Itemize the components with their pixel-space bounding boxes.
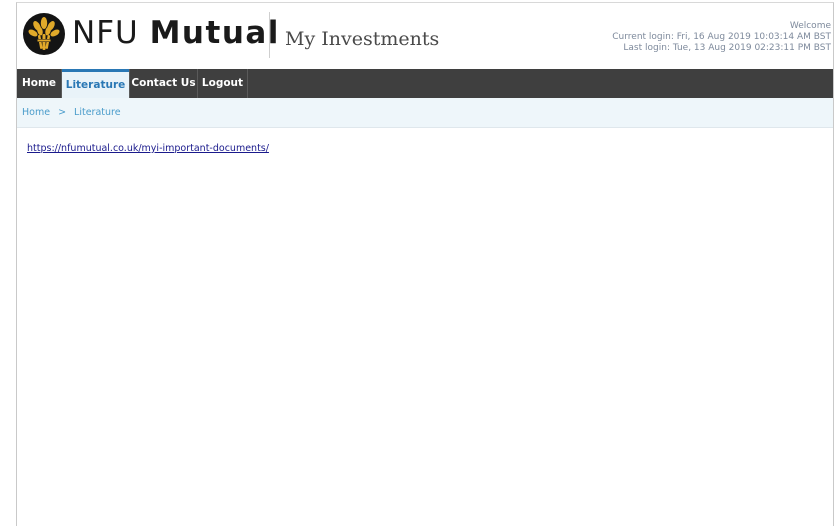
product-title: My Investments — [285, 28, 440, 50]
nav-item-home[interactable]: Home — [17, 69, 61, 98]
nav-separator — [247, 69, 248, 98]
nav-item-logout[interactable]: Logout — [198, 69, 247, 98]
page-frame: NFU Mutual My Investments Welcome Curren… — [16, 2, 834, 526]
brand-name-part2: Mutual — [149, 15, 280, 51]
main-nav: Home Literature Contact Us Logout — [17, 69, 833, 98]
brand-name: NFU Mutual — [72, 15, 280, 51]
login-info: Welcome Current login: Fri, 16 Aug 2019 … — [612, 21, 831, 54]
nav-item-contact-us[interactable]: Contact Us — [130, 69, 197, 98]
breadcrumb: Home > Literature — [17, 98, 833, 128]
breadcrumb-home[interactable]: Home — [22, 107, 50, 118]
breadcrumb-literature[interactable]: Literature — [74, 107, 121, 118]
last-login-text: Last login: Tue, 13 Aug 2019 02:23:11 PM… — [623, 43, 831, 53]
welcome-text: Welcome — [789, 21, 831, 31]
header-divider — [269, 12, 270, 58]
current-login-text: Current login: Fri, 16 Aug 2019 10:03:14… — [612, 32, 831, 42]
header: NFU Mutual My Investments Welcome Curren… — [17, 3, 833, 69]
brand-name-part1: NFU — [72, 15, 139, 51]
wheat-sheaf-logo-icon — [23, 13, 65, 55]
important-documents-link[interactable]: https://nfumutual.co.uk/myi-important-do… — [27, 143, 269, 154]
breadcrumb-separator: > — [58, 107, 67, 118]
nav-item-literature[interactable]: Literature — [62, 69, 129, 98]
